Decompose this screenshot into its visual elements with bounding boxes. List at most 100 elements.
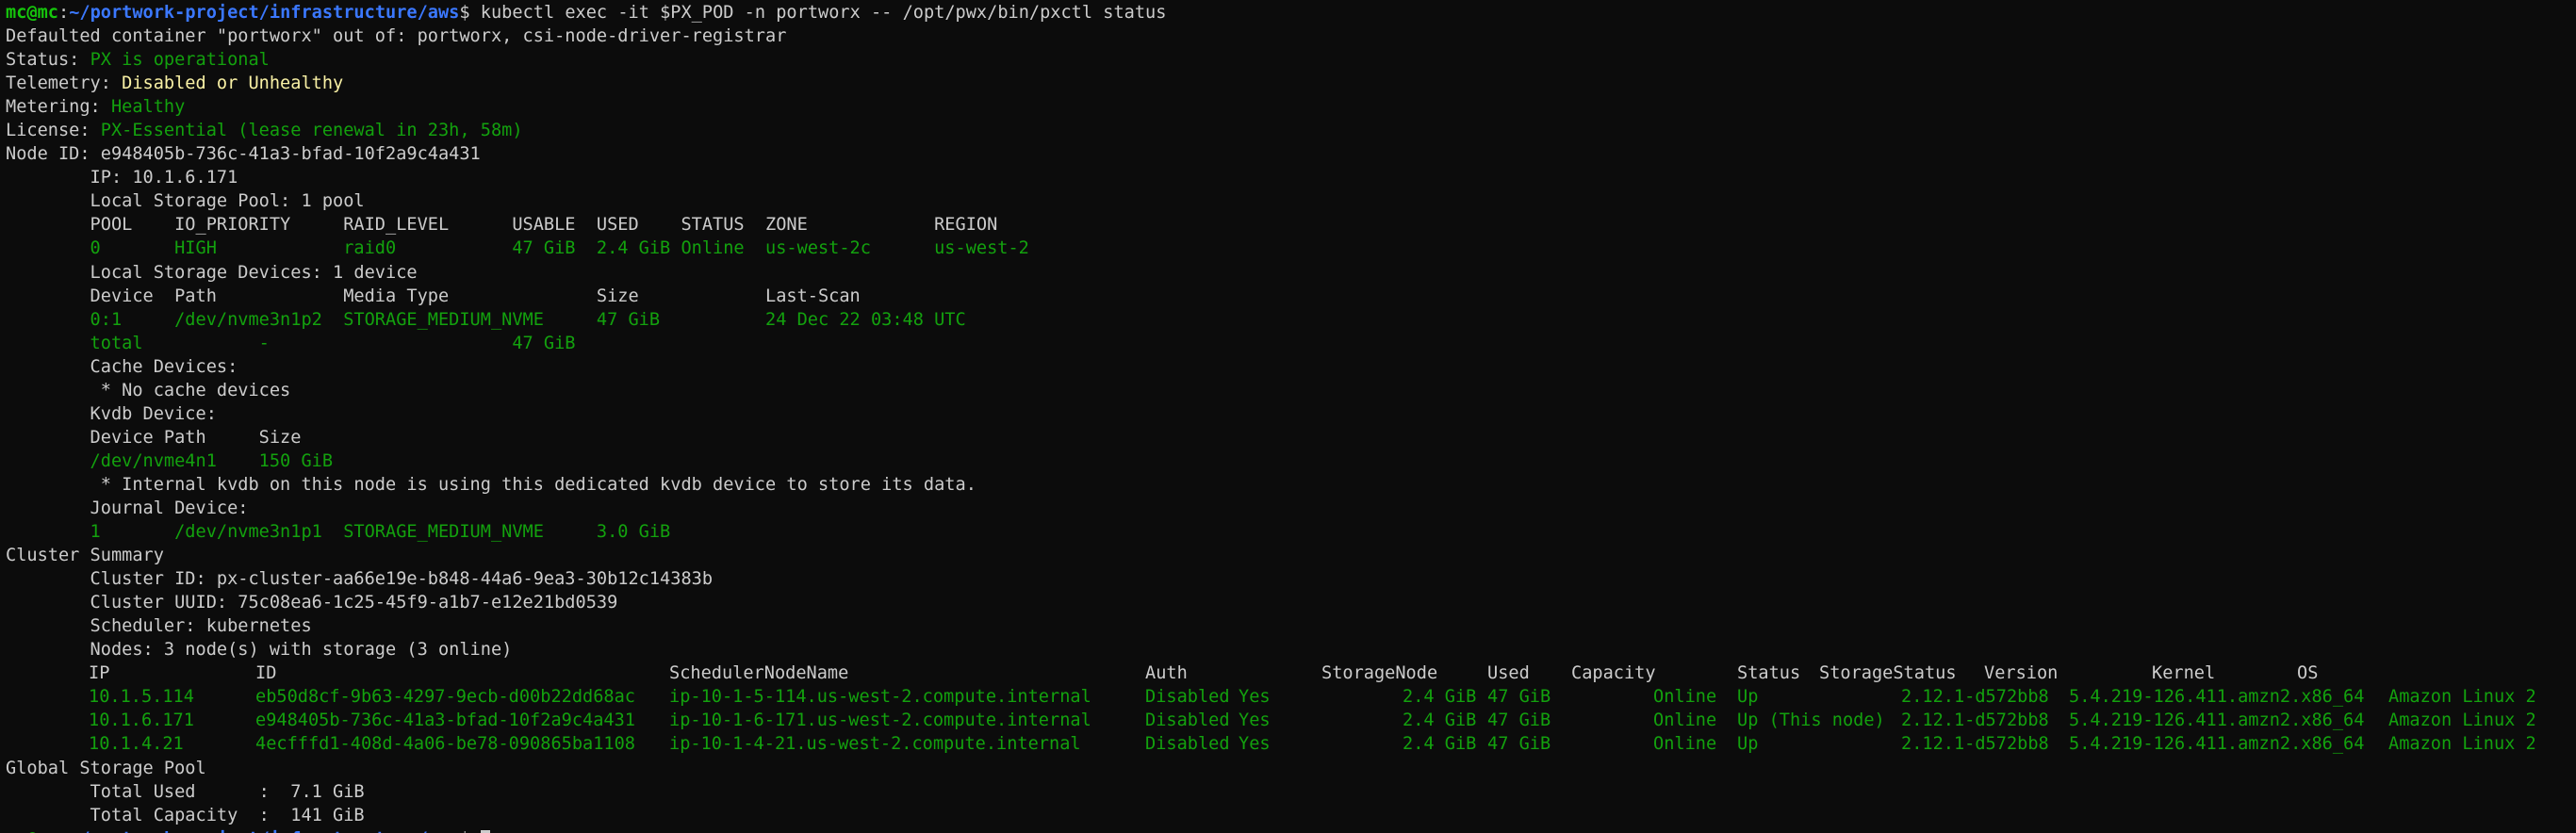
node-version: 2.12.1-d572bb8 xyxy=(1901,687,2049,708)
cluster-uuid-line: Cluster UUID: 75c08ea6-1c25-45f9-a1b7-e1… xyxy=(6,593,618,613)
node-id: eb50d8cf-9b63-4297-9ecb-d00b22dd68ac xyxy=(255,687,635,708)
node-scheduler-name: ip-10-1-4-21.us-west-2.compute.internal xyxy=(669,734,1081,755)
col-header-scheduler-node-name: SchedulerNodeName xyxy=(669,663,849,684)
telemetry-line: Telemetry: Disabled or Unhealthy xyxy=(6,72,2576,95)
node-used: 2.4 GiB xyxy=(1403,687,1477,708)
status-label: Status: xyxy=(6,50,90,71)
prompt-symbol: $ xyxy=(459,3,470,23)
node-table-row: 10.1.4.21 4ecfffd1-408d-4a06-be78-090865… xyxy=(6,732,2576,756)
journal-device-line: Journal Device: xyxy=(6,498,249,518)
node-kernel: 5.4.219-126.411.amzn2.x86_64 xyxy=(2069,734,2365,755)
metering-line: Metering: Healthy xyxy=(6,95,2576,119)
pool-table-row: 0 HIGH raid0 47 GiB 2.4 GiB Online us-we… xyxy=(6,238,1029,259)
node-ip: 10.1.5.114 xyxy=(89,687,194,708)
node-table-row: 10.1.6.171 e948405b-736c-41a3-bfad-10f2a… xyxy=(6,709,2576,732)
node-id: 4ecfffd1-408d-4a06-be78-090865ba1108 xyxy=(255,734,635,755)
status-line: Status: PX is operational xyxy=(6,48,2576,72)
node-table-header: IP ID SchedulerNodeName Auth StorageNode… xyxy=(6,662,2576,685)
node-auth: Disabled xyxy=(1145,710,1230,731)
node-used: 2.4 GiB xyxy=(1403,710,1477,731)
col-header-used: Used xyxy=(1487,663,1530,684)
node-storage-status: Up xyxy=(1737,734,1759,755)
pool-table-header: POOL IO_PRIORITY RAID_LEVEL USABLE USED … xyxy=(6,215,998,236)
node-os: Amazon Linux 2 xyxy=(2388,710,2536,731)
node-storage-node: Yes xyxy=(1239,734,1271,755)
node-status: Online xyxy=(1653,710,1717,731)
node-capacity: 47 GiB xyxy=(1487,710,1551,731)
cluster-id-line: Cluster ID: px-cluster-aa66e19e-b848-44a… xyxy=(6,569,714,590)
node-os: Amazon Linux 2 xyxy=(2388,687,2536,708)
col-header-storage-status: StorageStatus xyxy=(1819,663,1957,684)
global-storage-pool-heading: Global Storage Pool xyxy=(6,758,206,778)
node-storage-node: Yes xyxy=(1239,687,1271,708)
node-ip: 10.1.6.171 xyxy=(89,710,194,731)
kvdb-note-line: * Internal kvdb on this node is using th… xyxy=(6,474,976,495)
scheduler-line: Scheduler: kubernetes xyxy=(6,616,312,637)
node-status: Online xyxy=(1653,734,1717,755)
prompt-separator: : xyxy=(58,829,69,833)
col-header-status: Status xyxy=(1737,663,1801,684)
node-kernel: 5.4.219-126.411.amzn2.x86_64 xyxy=(2069,687,2365,708)
node-status: Online xyxy=(1653,687,1717,708)
no-cache-devices-line: * No cache devices xyxy=(6,380,291,400)
next-prompt-line[interactable]: mc@mc:~/portwork-project/infrastructure/… xyxy=(6,827,2576,833)
col-header-os: OS xyxy=(2297,663,2319,684)
node-id-line: Node ID: e948405b-736c-41a3-bfad-10f2a9c… xyxy=(6,144,481,165)
device-table-total: total - 47 GiB xyxy=(6,333,576,353)
node-version: 2.12.1-d572bb8 xyxy=(1901,710,2049,731)
total-used-line: Total Used : 7.1 GiB xyxy=(6,781,365,802)
node-storage-status: Up xyxy=(1737,687,1759,708)
col-header-storage-node: StorageNode xyxy=(1321,663,1438,684)
ip-line: IP: 10.1.6.171 xyxy=(6,168,238,188)
license-line: License: PX-Essential (lease renewal in … xyxy=(6,119,2576,142)
metering-label: Metering: xyxy=(6,97,111,118)
kvdb-table-row: /dev/nvme4n1 150 GiB xyxy=(6,450,334,471)
node-capacity: 47 GiB xyxy=(1487,734,1551,755)
journal-table-row: 1 /dev/nvme3n1p1 STORAGE_MEDIUM_NVME 3.0… xyxy=(6,522,671,543)
nodes-count-line: Nodes: 3 node(s) with storage (3 online) xyxy=(6,640,513,661)
node-table-row: 10.1.5.114 eb50d8cf-9b63-4297-9ecb-d00b2… xyxy=(6,685,2576,709)
license-value: PX-Essential (lease renewal in 23h, 58m) xyxy=(100,121,523,141)
node-capacity: 47 GiB xyxy=(1487,687,1551,708)
col-header-kernel: Kernel xyxy=(2152,663,2216,684)
node-scheduler-name: ip-10-1-5-114.us-west-2.compute.internal xyxy=(669,687,1091,708)
node-scheduler-name: ip-10-1-6-171.us-west-2.compute.internal xyxy=(669,710,1091,731)
col-header-ip: IP xyxy=(89,663,110,684)
device-table-header: Device Path Media Type Size Last-Scan xyxy=(6,286,861,306)
prompt-user-host: mc@mc xyxy=(6,3,58,23)
terminal-window[interactable]: mc@mc:~/portwork-project/infrastructure/… xyxy=(0,0,2576,833)
prompt-separator: : xyxy=(57,3,70,23)
total-capacity-line: Total Capacity : 141 GiB xyxy=(6,805,365,825)
status-value: PX is operational xyxy=(90,50,270,71)
license-label: License: xyxy=(6,121,101,141)
node-used: 2.4 GiB xyxy=(1403,734,1477,755)
defaulted-container-line: Defaulted container "portworx" out of: p… xyxy=(6,26,787,47)
node-ip: 10.1.4.21 xyxy=(89,734,184,755)
col-header-version: Version xyxy=(1984,663,2059,684)
col-header-id: ID xyxy=(255,663,277,684)
local-storage-pool-line: Local Storage Pool: 1 pool xyxy=(6,191,365,212)
local-storage-devices-line: Local Storage Devices: 1 device xyxy=(6,262,418,283)
kvdb-table-header: Device Path Size xyxy=(6,427,302,448)
node-auth: Disabled xyxy=(1145,734,1230,755)
node-storage-status: Up (This node) xyxy=(1737,710,1885,731)
telemetry-label: Telemetry: xyxy=(6,74,123,94)
text-cursor[interactable] xyxy=(480,829,490,833)
node-auth: Disabled xyxy=(1145,687,1230,708)
col-header-capacity: Capacity xyxy=(1571,663,1656,684)
command-text: kubectl exec -it $PX_POD -n portworx -- … xyxy=(469,3,1167,23)
device-table-row: 0:1 /dev/nvme3n1p2 STORAGE_MEDIUM_NVME 4… xyxy=(6,309,966,330)
command-prompt-line: mc@mc:~/portwork-project/infrastructure/… xyxy=(6,1,2576,24)
col-header-auth: Auth xyxy=(1145,663,1188,684)
kvdb-device-line: Kvdb Device: xyxy=(6,403,217,424)
metering-value: Healthy xyxy=(110,97,186,118)
prompt-path: ~/portwork-project/infrastructure/aws xyxy=(69,3,460,23)
node-kernel: 5.4.219-126.411.amzn2.x86_64 xyxy=(2069,710,2365,731)
node-storage-node: Yes xyxy=(1239,710,1271,731)
node-version: 2.12.1-d572bb8 xyxy=(1901,734,2049,755)
node-os: Amazon Linux 2 xyxy=(2388,734,2536,755)
cache-devices-line: Cache Devices: xyxy=(6,356,238,377)
node-id: e948405b-736c-41a3-bfad-10f2a9c4a431 xyxy=(255,710,635,731)
prompt-symbol: $ xyxy=(459,829,469,833)
prompt-path: ~/portwork-project/infrastructure/aws xyxy=(69,829,459,833)
